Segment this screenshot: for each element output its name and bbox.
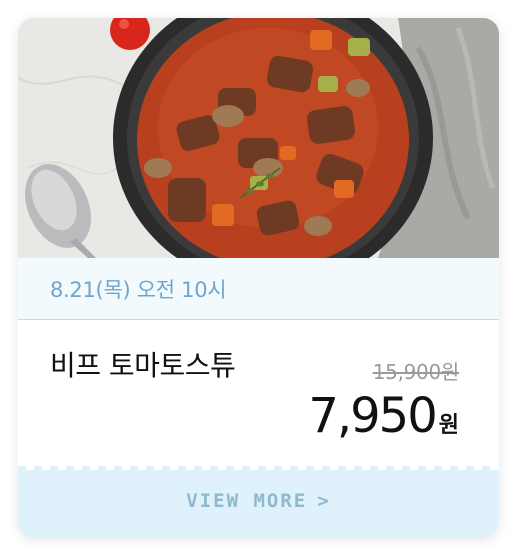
product-photo: [18, 18, 499, 258]
product-card[interactable]: 8.21(목) 오전 10시 비프 토마토스튜 15,900원 7,950 원: [18, 18, 499, 538]
original-price: 15,900원: [372, 360, 460, 384]
chevron-right-icon: >: [317, 490, 331, 512]
sale-price: 7,950 원: [308, 388, 459, 444]
view-more-button[interactable]: VIEW MORE >: [18, 466, 499, 538]
product-name[interactable]: 비프 토마토스튜: [50, 344, 236, 384]
date-band: 8.21(목) 오전 10시: [18, 258, 499, 320]
sale-price-unit: 원: [438, 413, 459, 438]
sale-price-amount: 7,950: [308, 388, 437, 444]
view-more-label: VIEW MORE >: [18, 490, 499, 512]
sale-date: 8.21(목) 오전 10시: [50, 278, 227, 302]
view-more-text: VIEW MORE: [186, 490, 308, 512]
pixel-edge-decoration: [18, 466, 499, 474]
